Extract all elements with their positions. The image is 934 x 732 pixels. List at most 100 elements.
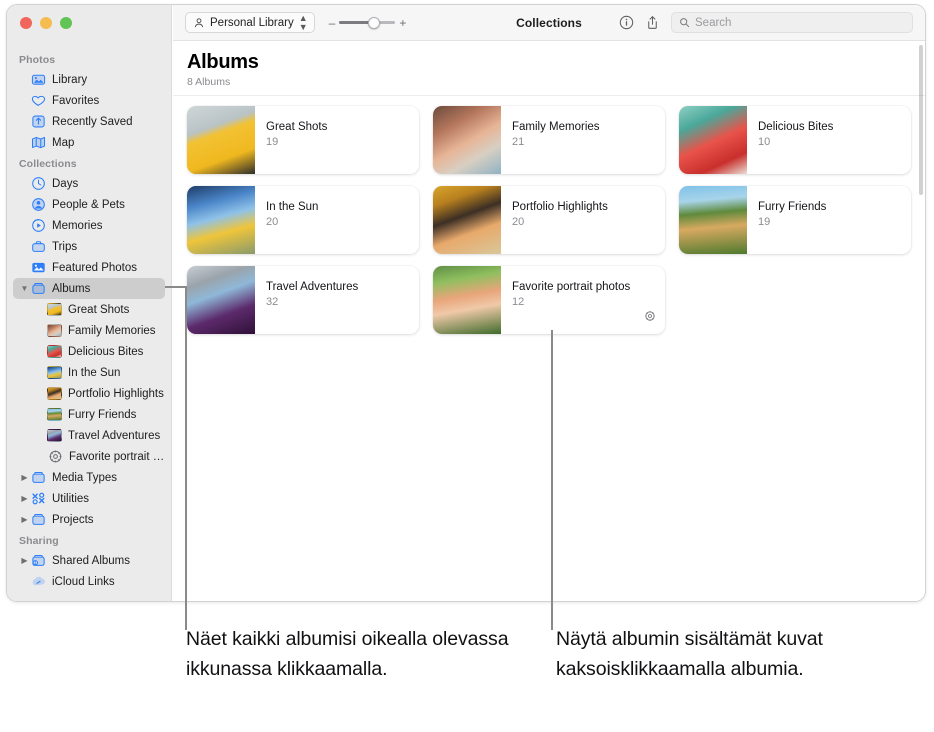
sidebar-item-media-types[interactable]: ▶ Media Types	[13, 467, 165, 488]
album-title: Travel Adventures	[266, 281, 359, 293]
album-card-body: Family Memories 21	[501, 106, 600, 174]
sidebar-item-label: Favorites	[52, 94, 100, 107]
zoom-slider-knob[interactable]	[368, 16, 381, 29]
album-card[interactable]: Furry Friends 19	[679, 186, 911, 254]
toolbar: Personal Library ▲ ▼ – + Collections Sea…	[173, 5, 925, 41]
sidebar-item-furry-friends[interactable]: ▶Furry Friends	[13, 404, 165, 425]
clock-icon	[30, 176, 47, 191]
library-picker-button[interactable]: Personal Library ▲ ▼	[185, 12, 315, 33]
sidebar-item-albums[interactable]: ▼ Albums	[13, 278, 165, 299]
sidebar-item-label: In the Sun	[68, 366, 121, 379]
toolbar-title: Collections	[516, 15, 582, 30]
album-card-body: Great Shots 19	[255, 106, 327, 174]
share-icon[interactable]	[645, 15, 660, 30]
minimize-button[interactable]	[40, 17, 52, 29]
sidebar-item-label: Days	[52, 177, 79, 190]
close-button[interactable]	[20, 17, 32, 29]
sidebar-item-favorites[interactable]: ▶Favorites	[13, 90, 165, 111]
chevron-right-icon[interactable]: ▶	[19, 494, 30, 503]
sidebar-item-projects[interactable]: ▶ Projects	[13, 509, 165, 530]
sidebar-item-delicious-bites[interactable]: ▶Delicious Bites	[13, 341, 165, 362]
sidebar-item-travel-adventures[interactable]: ▶Travel Adventures	[13, 425, 165, 446]
album-photo-count: 19	[266, 136, 279, 148]
album-card[interactable]: Travel Adventures 32	[187, 266, 419, 334]
album-card[interactable]: In the Sun 20	[187, 186, 419, 254]
sidebar-item-in-the-sun[interactable]: ▶In the Sun	[13, 362, 165, 383]
toolbar-right-group: Search	[619, 12, 925, 33]
sidebar-item-portfolio-highlights[interactable]: ▶Portfolio Highlights	[13, 383, 165, 404]
sidebar-item-label: Featured Photos	[52, 261, 138, 274]
album-photo-count: 32	[266, 296, 279, 308]
search-placeholder: Search	[695, 16, 732, 29]
search-icon	[680, 18, 690, 28]
sidebar-item-favorite-portrait-photos[interactable]: ▶Favorite portrait photos	[13, 446, 165, 467]
zoom-button[interactable]	[60, 17, 72, 29]
sidebar-item-great-shots[interactable]: ▶Great Shots	[13, 299, 165, 320]
vertical-scrollbar[interactable]	[919, 45, 923, 195]
sidebar-item-label: Shared Albums	[52, 554, 130, 567]
leader-line-1-vertical	[185, 286, 187, 630]
sidebar-item-family-memories[interactable]: ▶Family Memories	[13, 320, 165, 341]
sidebar-item-utilities[interactable]: ▶ Utilities	[13, 488, 165, 509]
album-thumbnail	[679, 186, 747, 254]
chevron-right-icon[interactable]: ▶	[19, 473, 30, 482]
chevron-down-icon[interactable]: ▼	[19, 284, 30, 293]
sidebar-item-people-pets[interactable]: ▶People & Pets	[13, 194, 165, 215]
chevron-right-icon[interactable]: ▶	[19, 556, 30, 565]
album-card[interactable]: Portfolio Highlights 20	[433, 186, 665, 254]
sidebar-section-header: Sharing	[19, 535, 59, 547]
album-card[interactable]: Favorite portrait photos 12	[433, 266, 665, 334]
album-card[interactable]: Delicious Bites 10	[679, 106, 911, 174]
sidebar-item-days[interactable]: ▶Days	[13, 173, 165, 194]
zoom-slider-track[interactable]	[339, 16, 396, 29]
sidebar-item-label: Delicious Bites	[68, 345, 144, 358]
sidebar-item-featured-photos[interactable]: ▶Featured Photos	[13, 257, 165, 278]
album-card-body: Travel Adventures 32	[255, 266, 358, 334]
sidebar-item-label: Recently Saved	[52, 115, 133, 128]
screenshot-root: Photos▶Library▶Favorites▶Recently Saved▶…	[0, 0, 934, 732]
content-area: Personal Library ▲ ▼ – + Collections Sea…	[173, 5, 925, 601]
photos-app-window: Photos▶Library▶Favorites▶Recently Saved▶…	[6, 4, 926, 602]
memories-play-icon	[30, 218, 47, 233]
album-card-body: Portfolio Highlights 20	[501, 186, 608, 254]
sidebar-item-memories[interactable]: ▶Memories	[13, 215, 165, 236]
album-card[interactable]: Great Shots 19	[187, 106, 419, 174]
album-title: Great Shots	[266, 121, 328, 133]
chevron-right-icon[interactable]: ▶	[19, 515, 30, 524]
album-photo-count: 10	[758, 136, 771, 148]
chevron-updown-icon: ▲ ▼	[298, 13, 308, 32]
sidebar-item-label: Memories	[52, 219, 103, 232]
album-thumb-great-shots	[47, 303, 62, 316]
media-types-folder-icon	[30, 470, 47, 485]
album-card[interactable]: Family Memories 21	[433, 106, 665, 174]
album-thumb-travel-adventures	[47, 429, 62, 442]
sidebar-item-recently-saved[interactable]: ▶Recently Saved	[13, 111, 165, 132]
leader-line-2-vertical	[551, 330, 553, 630]
album-count-subtitle: 8 Albums	[187, 76, 231, 88]
featured-photos-icon	[30, 260, 47, 275]
smart-album-gear-icon	[47, 449, 64, 464]
sidebar-item-library[interactable]: ▶Library	[13, 69, 165, 90]
album-title: In the Sun	[266, 201, 319, 213]
shared-albums-icon	[30, 553, 47, 568]
sidebar-item-label: Albums	[52, 282, 91, 295]
album-thumbnail	[187, 186, 255, 254]
zoom-out-label[interactable]: –	[329, 16, 336, 30]
sidebar-item-shared-albums[interactable]: ▶ Shared Albums	[13, 550, 165, 571]
info-icon[interactable]	[619, 15, 634, 30]
sidebar-item-label: Media Types	[52, 471, 117, 484]
search-field[interactable]: Search	[671, 12, 913, 33]
album-thumb-family-memories	[47, 324, 62, 337]
leader-line-1-horizontal	[165, 286, 187, 288]
sidebar-item-icloud-links[interactable]: ▶iCloud Links	[13, 571, 165, 592]
sidebar-item-label: People & Pets	[52, 198, 125, 211]
map-icon	[30, 135, 47, 150]
zoom-slider[interactable]: – +	[329, 16, 407, 30]
sidebar-item-label: Utilities	[52, 492, 90, 505]
sidebar-item-trips[interactable]: ▶Trips	[13, 236, 165, 257]
page-title: Albums	[187, 51, 259, 73]
zoom-in-label[interactable]: +	[399, 16, 406, 30]
sidebar-item-label: Portfolio Highlights	[68, 387, 164, 400]
window-traffic-lights[interactable]	[20, 17, 72, 29]
sidebar-item-map[interactable]: ▶Map	[13, 132, 165, 153]
